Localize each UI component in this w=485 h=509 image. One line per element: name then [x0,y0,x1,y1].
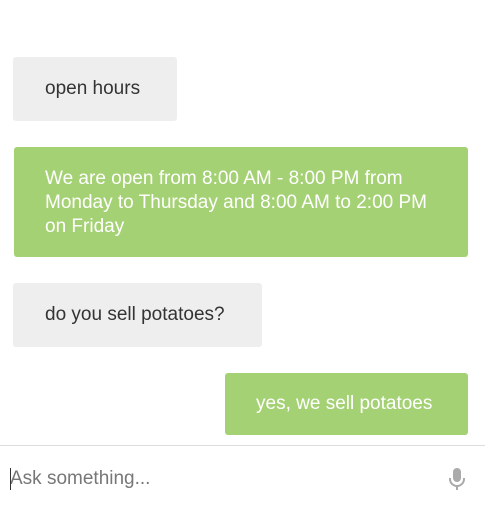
message-input[interactable] [10,466,430,492]
microphone-icon[interactable] [448,468,466,492]
user-message: open hours [13,57,177,121]
chat-window: open hours We are open from 8:00 AM - 8:… [0,0,485,509]
user-message: do you sell potatoes? [13,283,262,347]
input-bar [0,446,485,509]
message-list: open hours We are open from 8:00 AM - 8:… [0,0,485,445]
microphone-icon-graphic [449,468,465,490]
bot-message: We are open from 8:00 AM - 8:00 PM from … [14,147,468,257]
bot-message: yes, we sell potatoes [225,373,468,435]
text-caret [10,468,11,490]
